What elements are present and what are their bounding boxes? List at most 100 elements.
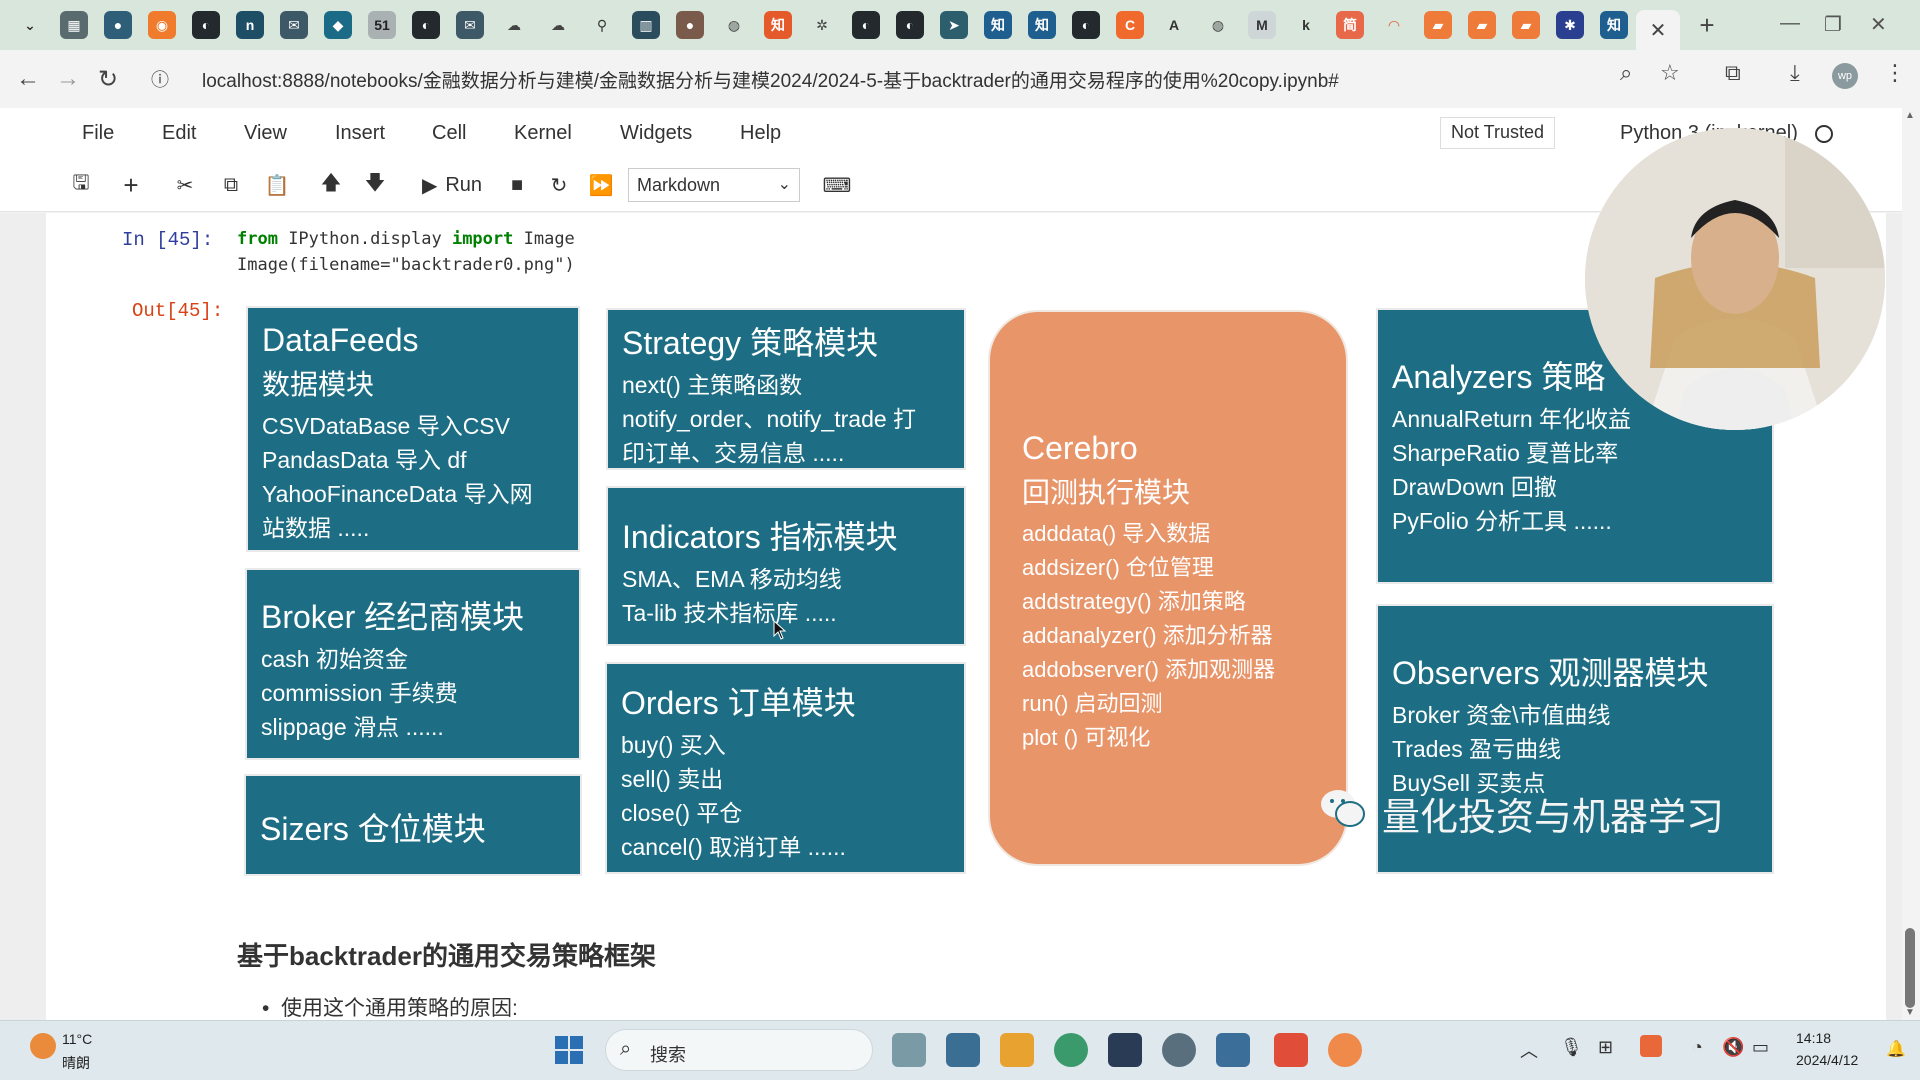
mail-icon[interactable]: ✉ [280, 11, 308, 39]
taskbar-clock-date[interactable]: 2024/4/12 [1796, 1052, 1858, 1068]
font-icon[interactable]: A [1160, 11, 1188, 39]
paste-icon[interactable]: 📋 [260, 170, 294, 200]
paw-icon[interactable]: ✱ [1556, 11, 1584, 39]
active-tab-close-icon[interactable]: ✕ [1636, 10, 1680, 50]
menu-file[interactable]: File [82, 122, 114, 145]
menu-help[interactable]: Help [740, 122, 781, 145]
s-app-icon[interactable] [1640, 1035, 1662, 1057]
menu-edit[interactable]: Edit [162, 122, 196, 145]
weather-sun-icon[interactable] [30, 1033, 56, 1059]
taskbar-search[interactable]: ⌕ 搜索 [605, 1029, 873, 1071]
c-app-icon[interactable]: C [1116, 11, 1144, 39]
chrome-icon[interactable] [1054, 1033, 1088, 1067]
microphone-icon[interactable]: 🎙 [1560, 1037, 1583, 1058]
restore-icon[interactable]: ❐ [1824, 12, 1842, 37]
gear-icon[interactable]: ✲ [808, 11, 836, 39]
menu-view[interactable]: View [244, 122, 287, 145]
tray-chevron-icon[interactable]: ︿ [1520, 1037, 1538, 1063]
book-orange-icon[interactable]: ▰ [1512, 11, 1540, 39]
menu-kernel[interactable]: Kernel [514, 122, 572, 145]
move-up-icon[interactable]: 🡅 [314, 170, 348, 200]
save-icon[interactable]: 🖫 [64, 170, 98, 200]
globe-icon[interactable]: ◍ [720, 11, 748, 39]
weather-temperature[interactable]: 11°C [62, 1031, 92, 1047]
zhihu-icon[interactable]: 知 [764, 11, 792, 39]
book-orange-icon[interactable]: ▰ [1424, 11, 1452, 39]
store-app-icon[interactable] [946, 1033, 980, 1067]
url-field[interactable]: localhost:8888/notebooks/金融数据分析与建模/金融数据分… [202, 66, 1339, 93]
forward-arrow-icon[interactable]: → [48, 59, 88, 99]
restart-icon[interactable]: ↻ [542, 170, 576, 200]
window-close-icon[interactable]: ✕ [1870, 12, 1887, 37]
cell-type-select[interactable]: Markdown ⌄ [628, 168, 800, 202]
jian-icon[interactable]: 简 [1336, 11, 1364, 39]
menu-cell[interactable]: Cell [432, 122, 466, 145]
book-orange-icon[interactable]: ▰ [1468, 11, 1496, 39]
cut-icon[interactable]: ✂ [168, 170, 202, 200]
site-info-icon[interactable]: ⓘ [140, 59, 180, 99]
taskbar-clock-time[interactable]: 14:18 [1796, 1030, 1831, 1046]
calendar-51-icon[interactable]: 51 [368, 11, 396, 39]
battery-icon[interactable]: ▭ [1752, 1037, 1769, 1058]
orange-app-icon[interactable] [1328, 1033, 1362, 1067]
new-tab-button[interactable]: + [1690, 8, 1724, 42]
profile-avatar[interactable]: wp [1832, 63, 1858, 89]
avatar-icon[interactable]: ● [676, 11, 704, 39]
stop-icon[interactable]: ■ [500, 170, 534, 200]
language-icon[interactable]: ⊞ [1598, 1037, 1613, 1058]
zhihu-icon[interactable]: 知 [984, 11, 1012, 39]
download-icon[interactable]: ⤓ [1790, 60, 1800, 86]
calendar-icon[interactable]: ▦ [60, 11, 88, 39]
media-player-icon[interactable] [1216, 1033, 1250, 1067]
scroll-up-icon[interactable]: ▲ [1905, 110, 1915, 121]
github-icon[interactable]: ◐ [192, 11, 220, 39]
tab-collapse-icon[interactable]: ⌄ [16, 11, 44, 39]
zoom-icon[interactable]: ⌕ [1620, 60, 1632, 86]
windows-start-icon[interactable] [554, 1035, 584, 1065]
trust-status-button[interactable]: Not Trusted [1440, 117, 1556, 149]
run-button[interactable]: ▶ Run [412, 170, 492, 200]
globe-icon[interactable]: ◍ [1204, 11, 1232, 39]
terminal-icon[interactable] [1108, 1033, 1142, 1067]
task-view-icon[interactable] [892, 1033, 926, 1067]
github-icon[interactable]: ◐ [896, 11, 924, 39]
chat-icon[interactable]: ● [104, 11, 132, 39]
cloud-icon[interactable]: ☁ [500, 11, 528, 39]
bookmark-star-icon[interactable]: ☆ [1660, 60, 1680, 86]
cloud-icon[interactable]: ☁ [544, 11, 572, 39]
volume-muted-icon[interactable]: 🔇 [1722, 1037, 1744, 1058]
menu-insert[interactable]: Insert [335, 122, 385, 145]
orange-app-icon[interactable]: ◉ [148, 11, 176, 39]
keyboard-icon[interactable]: ⌨ [820, 170, 854, 200]
menu-widgets[interactable]: Widgets [620, 122, 692, 145]
clock-app-icon[interactable] [1162, 1033, 1196, 1067]
figure-icon[interactable]: ⚲ [588, 11, 616, 39]
code-line-1[interactable]: from IPython.display import Image [237, 229, 575, 249]
arc-icon[interactable]: ◠ [1380, 11, 1408, 39]
back-arrow-icon[interactable]: ← [8, 59, 48, 99]
insert-cell-icon[interactable]: + [114, 170, 148, 200]
code-line-2[interactable]: Image(filename="backtrader0.png") [237, 255, 575, 275]
notion-icon[interactable]: n [236, 11, 264, 39]
github-icon[interactable]: ◐ [1072, 11, 1100, 39]
notification-bell-icon[interactable]: 🔔 [1886, 1039, 1906, 1059]
github-icon[interactable]: ◐ [412, 11, 440, 39]
page-scrollbar[interactable]: ▲ ▼ [1902, 108, 1920, 1020]
rocket-icon[interactable]: ➤ [940, 11, 968, 39]
file-explorer-icon[interactable] [1000, 1033, 1034, 1067]
reload-icon[interactable]: ↻ [88, 59, 128, 99]
extensions-icon[interactable]: ⧉ [1725, 60, 1741, 86]
bookmark-icon[interactable]: ◆ [324, 11, 352, 39]
minimize-icon[interactable]: — [1780, 12, 1800, 35]
zhihu-icon[interactable]: 知 [1600, 11, 1628, 39]
wps-icon[interactable] [1274, 1033, 1308, 1067]
book-icon[interactable]: ▥ [632, 11, 660, 39]
github-icon[interactable]: ◐ [852, 11, 880, 39]
wifi-icon[interactable]: ◔ [1692, 1037, 1703, 1058]
m-app-icon[interactable]: M [1248, 11, 1276, 39]
more-menu-icon[interactable]: ⋮ [1884, 60, 1906, 86]
fast-forward-icon[interactable]: ⏩ [584, 170, 618, 200]
k-app-icon[interactable]: k [1292, 11, 1320, 39]
scroll-down-icon[interactable]: ▼ [1905, 1007, 1915, 1018]
move-down-icon[interactable]: 🡇 [358, 170, 392, 200]
